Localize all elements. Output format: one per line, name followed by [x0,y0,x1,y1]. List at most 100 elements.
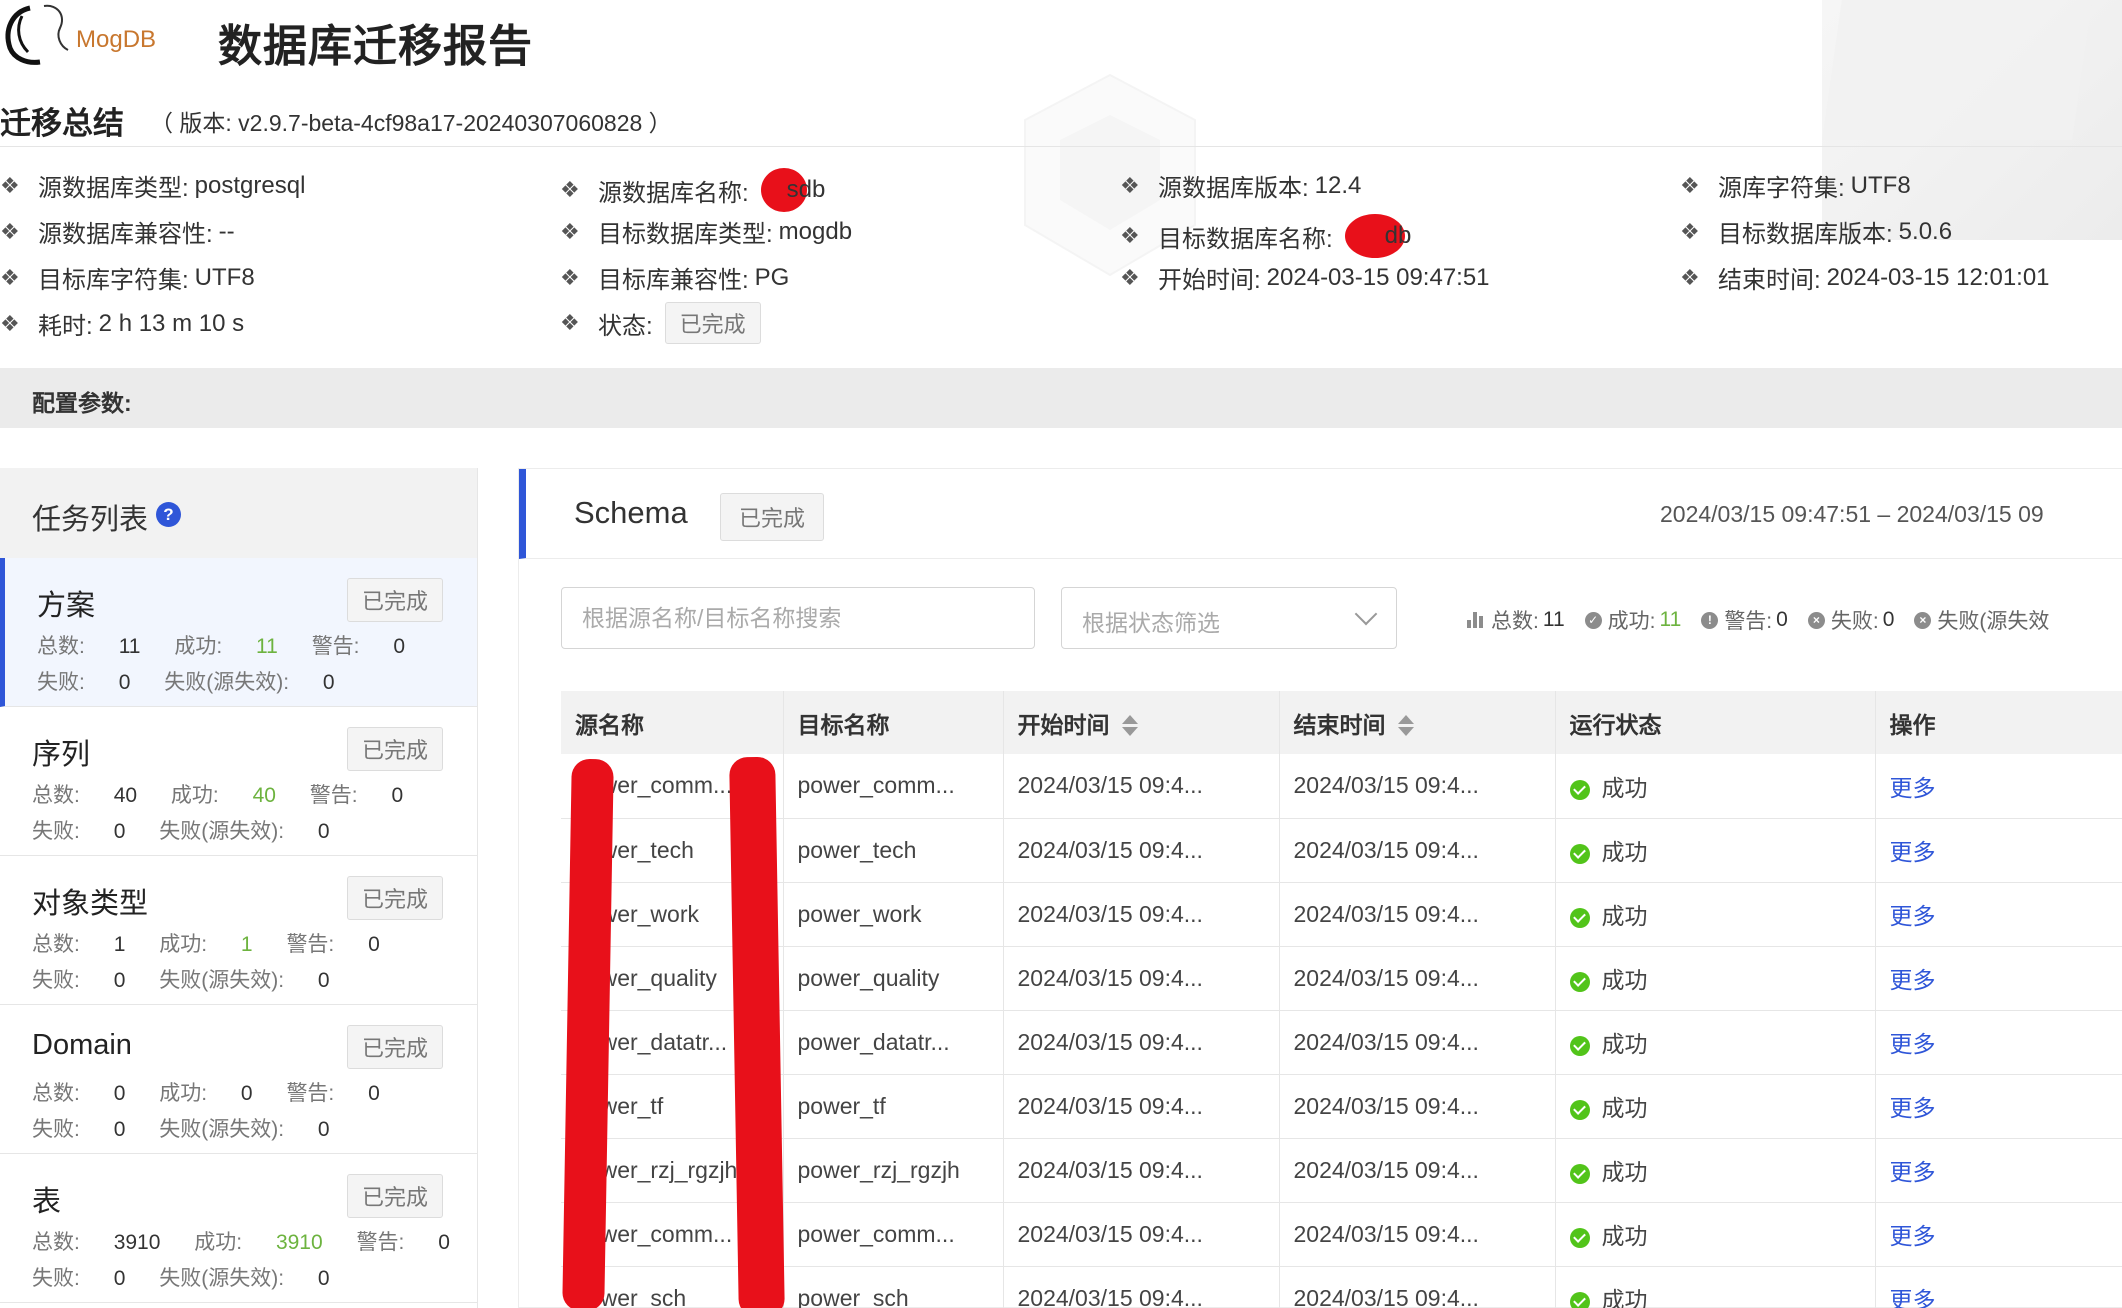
cell-action: 更多 [1875,1010,2122,1075]
chevron-down-icon [1354,602,1378,626]
table-row: power_comm... power_comm... 2024/03/15 09:… [561,754,2122,819]
diamond-bullet-icon: ❖ [1120,172,1140,198]
status-badge: 已完成 [664,302,761,344]
cell-start-time: 2024/03/15 09:4... [1003,1266,1280,1308]
info-status: ❖ 状态: 已完成 [560,302,761,344]
cell-status: 成功 [1555,1266,1876,1308]
date-range: 2024/03/15 09:47:51 – 2024/03/15 09 [1660,501,2044,527]
status-filter-placeholder: 根据状态筛选 [1082,610,1220,636]
stat-warning: ! 警告: 0 [1701,605,1788,635]
cell-target-name: power_comm... [783,754,1004,819]
status-filter-select[interactable]: 根据状态筛选 [1061,587,1397,649]
info-duration: ❖ 耗时: 2 h 13 m 10 s [0,309,245,341]
schema-panel-header: Schema 已完成 2024/03/15 09:47:51 – 2024/03… [519,469,2122,559]
cell-end-time: 2024/03/15 09:4... [1279,818,1556,883]
task-item-stats: 总数: 11 成功: 11 警告: 0 [37,635,406,658]
cell-status: 成功 [1555,1010,1876,1075]
summary-title: 迁移总结 [0,106,124,141]
cell-start-time: 2024/03/15 09:4... [1003,818,1280,883]
diamond-bullet-icon: ❖ [1680,172,1700,198]
cell-end-time: 2024/03/15 09:4... [1279,1266,1556,1308]
task-item-stats-fail: 失败: 0 失败(源失效): 0 [32,1118,330,1141]
task-item-name: 序列 [32,739,91,771]
stat-total: 总数: 11 [1467,605,1565,635]
more-link[interactable]: 更多 [1890,967,1936,993]
task-item-stats: 总数: 40 成功: 40 警告: 0 [32,784,404,807]
stat-fail: × 失败: 0 [1807,605,1894,635]
success-check-icon [1569,1099,1590,1120]
status-badge: 已完成 [346,1025,443,1069]
task-item-stats: 总数: 3910 成功: 3910 警告: 0 [32,1231,450,1254]
diamond-bullet-icon: ❖ [560,218,580,244]
task-item-scheme[interactable]: 方案 已完成 总数: 11 成功: 11 警告: 0 失败: 0 失败(源失效)… [0,558,477,707]
more-link[interactable]: 更多 [1890,903,1936,929]
cell-target-name: power_tf [783,1074,1004,1139]
help-icon[interactable]: ? [156,502,181,527]
info-source-compat: ❖ 源数据库兼容性: -- [0,217,235,249]
cell-end-time: 2024/03/15 09:4... [1279,1010,1556,1075]
schema-title: Schema [574,495,688,530]
success-check-icon [1569,1035,1590,1056]
table-row: power_tf power_tf 2024/03/15 09:4... 2024/0… [561,1074,2122,1139]
more-link[interactable]: 更多 [1890,839,1936,865]
status-badge: 已完成 [720,493,825,541]
task-item-name: Domain [32,1029,132,1061]
page-title: 数据库迁移报告 [218,22,533,71]
diamond-bullet-icon: ❖ [1680,218,1700,244]
cell-status: 成功 [1555,1202,1876,1267]
cell-end-time: 2024/03/15 09:4... [1279,1074,1556,1139]
table-row: power_quality power_quality 2024/03/15 09:… [561,946,2122,1011]
bar-chart-icon [1467,612,1485,628]
cell-target-name: power_work [783,882,1004,947]
diamond-bullet-icon: ❖ [0,218,20,244]
task-item-name: 对象类型 [32,888,149,920]
more-link[interactable]: 更多 [1890,1095,1936,1121]
cell-action: 更多 [1875,1074,2122,1139]
stats-summary: 总数: 11 ✓ 成功: 11 ! 警告: 0 × 失败: 0 × 失败(源失效 [1467,605,2069,635]
sort-icon[interactable] [1397,715,1414,737]
cell-status: 成功 [1555,754,1876,819]
table-row: power_work power_work 2024/03/15 09:4... 20… [561,882,2122,947]
cell-start-time: 2024/03/15 09:4... [1003,1074,1280,1139]
column-header-sortable[interactable]: 开始时间 [1003,691,1280,754]
config-params-bar: 配置参数: [0,368,2122,428]
table-row: power_comm... power_comm... 2024/03/15 09:… [561,1202,2122,1267]
cell-action: 更多 [1875,818,2122,883]
sort-icon[interactable] [1121,715,1138,737]
task-item-stats: 总数: 1 成功: 1 警告: 0 [32,933,380,956]
search-input[interactable] [561,587,1035,649]
task-list-title: 任务列表 [32,504,149,536]
cell-action: 更多 [1875,882,2122,947]
column-header: 运行状态 [1555,691,1876,754]
column-header: 目标名称 [783,691,1004,754]
cell-action: 更多 [1875,1202,2122,1267]
more-link[interactable]: 更多 [1890,775,1936,801]
task-item-domain[interactable]: Domain 已完成 总数: 0 成功: 0 警告: 0 失败: 0 失败(源失… [0,1005,477,1154]
close-circle-icon: × [1807,611,1825,629]
info-source-db-name: ❖ 源数据库名称: sdb [560,168,825,212]
success-check-icon [1569,1163,1590,1184]
task-item-object-type[interactable]: 对象类型 已完成 总数: 1 成功: 1 警告: 0 失败: 0 失败(源失效)… [0,856,477,1005]
more-link[interactable]: 更多 [1890,1159,1936,1185]
task-item-table[interactable]: 表 已完成 总数: 3910 成功: 3910 警告: 0 失败: 0 失败(源… [0,1154,477,1303]
cell-action: 更多 [1875,1266,2122,1308]
more-link[interactable]: 更多 [1890,1223,1936,1249]
task-list-panel: 任务列表 ? 方案 已完成 总数: 11 成功: 11 警告: 0 失败: 0 … [0,468,478,1308]
success-check-icon [1569,1227,1590,1248]
schema-table: 源名称 目标名称 开始时间 结束时间 运行状态 操作 power_comm...… [561,691,2122,1308]
more-link[interactable]: 更多 [1890,1287,1936,1308]
column-header: 操作 [1875,691,2122,754]
column-header-sortable[interactable]: 结束时间 [1279,691,1556,754]
more-link[interactable]: 更多 [1890,1031,1936,1057]
task-item-sequence[interactable]: 序列 已完成 总数: 40 成功: 40 警告: 0 失败: 0 失败(源失效)… [0,707,477,856]
cell-end-time: 2024/03/15 09:4... [1279,1138,1556,1203]
check-circle-icon: ✓ [1584,611,1602,629]
diamond-bullet-icon: ❖ [1120,223,1140,248]
status-badge: 已完成 [346,578,443,622]
cell-action: 更多 [1875,946,2122,1011]
info-target-db-type: ❖ 目标数据库类型: mogdb [560,217,853,249]
cell-end-time: 2024/03/15 09:4... [1279,882,1556,947]
cell-start-time: 2024/03/15 09:4... [1003,754,1280,819]
success-check-icon [1569,907,1590,928]
task-item-name: 表 [32,1186,62,1218]
